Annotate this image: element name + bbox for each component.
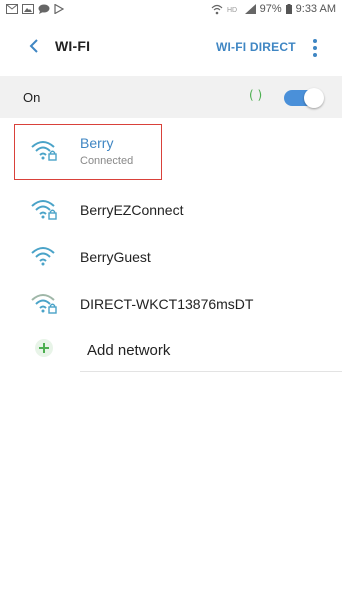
wifi-secured-icon [30, 292, 58, 316]
back-arrow-icon [29, 39, 38, 53]
network-name: BerryGuest [80, 249, 151, 265]
add-network-label: Add network [87, 342, 171, 359]
add-network-item[interactable]: Add network [0, 326, 342, 372]
wifi-secured-icon [30, 139, 58, 163]
more-dot [313, 39, 317, 43]
toggle-knob [304, 88, 324, 108]
more-dot [313, 53, 317, 57]
network-item[interactable]: BerryGuest [0, 233, 342, 279]
clock: 9:33 AM [295, 3, 336, 15]
network-status: Connected [80, 155, 134, 167]
battery-icon [285, 4, 292, 14]
image-icon [22, 4, 34, 14]
divider [80, 371, 342, 372]
network-name: DIRECT-WKCT13876msDT [80, 296, 254, 312]
status-right: HD 97% 9:33 AM [211, 3, 336, 15]
wifi-secured-icon [30, 198, 58, 222]
network-item[interactable]: DIRECT-WKCT13876msDT [0, 280, 342, 326]
wifi-toggle-row[interactable]: On ( ) [0, 76, 342, 118]
wifi-call-icon [211, 4, 223, 15]
svg-text:HD: HD [227, 7, 237, 14]
more-options-button[interactable] [308, 36, 322, 60]
status-left [6, 4, 64, 14]
network-item[interactable]: BerryEZConnect [0, 186, 342, 232]
wifi-direct-button[interactable]: WI-FI DIRECT [216, 40, 296, 54]
plus-icon [34, 338, 62, 362]
toggle-label: On [23, 90, 41, 105]
mail-icon [6, 4, 18, 14]
network-name: Berry [80, 135, 114, 151]
status-bar: HD 97% 9:33 AM [0, 0, 342, 18]
network-name: BerryEZConnect [80, 202, 184, 218]
more-dot [313, 46, 317, 50]
play-store-icon [54, 4, 64, 14]
back-button[interactable] [22, 34, 46, 58]
wifi-icon [30, 245, 58, 269]
scanning-indicator: ( ) [249, 88, 263, 102]
chat-icon [38, 4, 50, 14]
action-bar: WI-FI WI-FI DIRECT [0, 22, 342, 74]
page-title: WI-FI [55, 38, 91, 54]
network-item[interactable]: Berry Connected [0, 126, 342, 172]
battery-percent: 97% [259, 3, 282, 15]
wifi-toggle-switch[interactable] [284, 88, 324, 108]
hd-voice-icon: HD [227, 4, 241, 14]
signal-icon [244, 4, 256, 14]
